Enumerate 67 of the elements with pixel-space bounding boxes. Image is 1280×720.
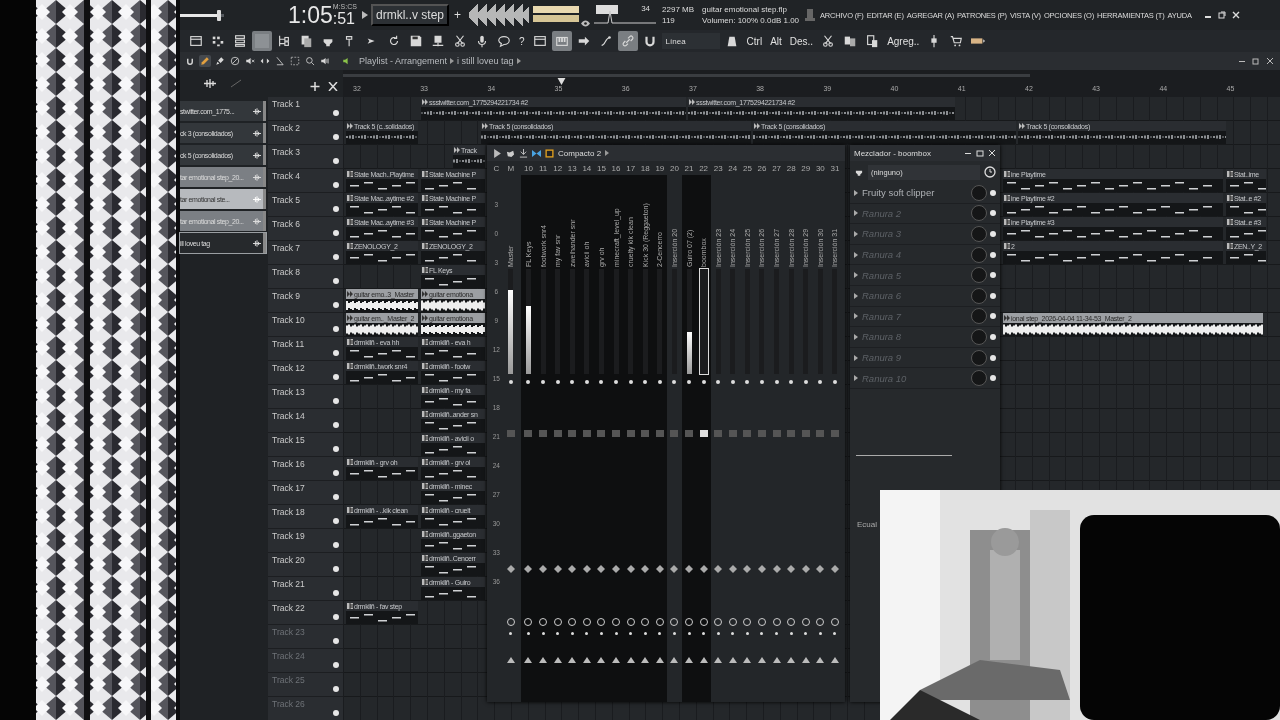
track-number: 11 [537,163,549,173]
toolbar-button[interactable]: Ctrl [743,31,766,51]
toolbar-button[interactable]: Alt [767,31,785,51]
track-name[interactable]: Track 18 [272,507,343,517]
time-centiseconds: :51 [332,10,355,27]
project-name: guitar emotional step.flp [702,4,788,15]
panel-title: Mezclador - boombox [854,148,932,158]
track-number: 18 [639,163,651,173]
track-name[interactable]: Track 4 [272,171,343,181]
track-number: 23 [712,163,724,173]
track-name[interactable]: Track 21 [272,579,343,589]
toolbar-button[interactable]: Des.. [786,31,817,51]
track-number: 20 [668,163,680,173]
track-number: 12 [552,163,564,173]
track-name[interactable]: Track 6 [272,219,343,229]
cpu-reading: 34 [641,4,651,13]
track-number: 31 [829,163,841,173]
track-number: 13 [566,163,578,173]
track-name[interactable]: Track 1 [272,99,343,109]
time-display: 1:05 [288,3,333,27]
pattern-selector[interactable]: drmkl..v step [371,4,449,26]
track-number: 16 [610,163,622,173]
track-number: 30 [814,163,826,173]
track-number: 27 [771,163,783,173]
track-name[interactable]: Track 14 [272,411,343,421]
track-number: 22 [698,163,710,173]
memory-reading: 2297 MB [662,4,695,15]
track-number: 15 [596,163,607,173]
track-name[interactable]: Track 19 [272,531,343,541]
track-number: 14 [581,163,593,173]
track-number: 28 [785,163,797,173]
track-name[interactable]: Track 15 [272,435,343,445]
add-pattern-button[interactable]: + [454,8,462,22]
snap-dropdown[interactable]: Línea [661,33,720,49]
track-name[interactable]: Track 5 [272,195,343,205]
track-number: M [506,163,516,173]
track-name[interactable]: Track 22 [272,603,343,613]
track-name[interactable]: Track 8 [272,267,343,277]
effect-slot[interactable]: Fruity soft clipper [854,187,968,199]
toolbar-button[interactable]: ? [516,31,528,51]
track-name[interactable]: Track 11 [272,339,343,349]
track-number: 25 [741,163,753,173]
mixer-title: Compacto 2 [558,148,602,158]
track-name[interactable]: Track 7 [272,243,343,253]
pattern-name: i still loveu tag [457,56,514,66]
volume-hint: Volumen: 100% 0.0dB 1.00 [702,15,800,26]
track-name[interactable]: Track 16 [272,459,343,469]
eq-label: Ecual [856,519,877,529]
track-name[interactable]: Track 17 [272,483,343,493]
track-name[interactable]: Track 9 [272,291,343,301]
track-number: 21 [683,163,695,173]
track-number: C [492,163,501,173]
polyphony-reading: 119 [662,15,676,26]
track-number: 26 [756,163,768,173]
track-number: 10 [523,163,534,173]
track-name[interactable]: Track 10 [272,315,343,325]
playlist-title: Playlist - Arrangement [359,56,448,66]
track-name[interactable]: Track 12 [272,363,343,373]
track-number: 24 [727,163,739,173]
track-name[interactable]: Track 13 [272,387,343,397]
track-number: 17 [625,163,637,173]
toolbar-button[interactable]: Agreg.. [884,31,923,51]
track-name[interactable]: Track 3 [272,147,343,157]
track-name[interactable]: Track 20 [272,555,343,565]
track-number: 29 [800,163,812,173]
track-name[interactable]: Track 2 [272,123,343,133]
track-number: 19 [654,163,666,173]
